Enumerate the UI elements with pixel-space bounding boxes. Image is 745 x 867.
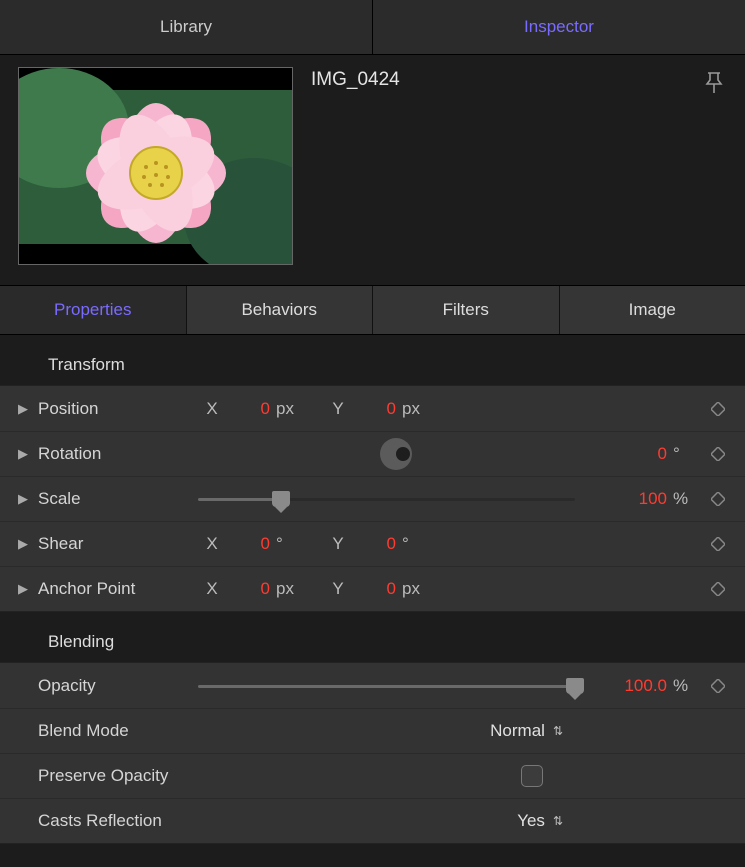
rotation-value[interactable]: 0 (658, 444, 673, 464)
axis-y: Y (324, 399, 352, 419)
label-scale: Scale (38, 489, 198, 509)
axis-x: X (198, 534, 226, 554)
label-position: Position (38, 399, 198, 419)
section-title-blending: Blending (0, 632, 745, 662)
label-opacity: Opacity (38, 676, 198, 696)
scale-value[interactable]: 100 (639, 489, 673, 509)
pin-icon[interactable] (705, 71, 723, 100)
label-preserve-opacity: Preserve Opacity (38, 766, 198, 786)
label-casts-reflection: Casts Reflection (38, 811, 198, 831)
row-anchor-point: ▶ Anchor Point X 0 px Y 0 px (0, 566, 745, 611)
unit: % (673, 489, 703, 509)
label-rotation: Rotation (38, 444, 198, 464)
keyframe-icon[interactable] (703, 679, 733, 693)
disclosure-icon[interactable]: ▶ (18, 491, 38, 507)
shear-y-value[interactable]: 0 (387, 534, 402, 554)
keyframe-icon[interactable] (703, 492, 733, 506)
scale-slider[interactable] (198, 489, 575, 509)
axis-x: X (198, 579, 226, 599)
unit: ° (673, 444, 703, 464)
disclosure-icon[interactable]: ▶ (18, 536, 38, 552)
position-y-value[interactable]: 0 (387, 399, 402, 419)
subtab-properties[interactable]: Properties (0, 286, 186, 334)
section-title-transform: Transform (0, 355, 745, 385)
row-opacity: ▶ Opacity 100.0 % (0, 663, 745, 708)
preserve-opacity-checkbox[interactable] (521, 765, 543, 787)
updown-caret-icon: ⇅ (553, 726, 563, 736)
row-blend-mode: ▶ Blend Mode Normal ⇅ - (0, 708, 745, 753)
shear-x-value[interactable]: 0 (261, 534, 276, 554)
casts-reflection-popup[interactable]: Yes ⇅ (517, 811, 563, 831)
row-position: ▶ Position X 0 px Y 0 px (0, 386, 745, 431)
unit: ° (276, 534, 306, 554)
anchor-y-value[interactable]: 0 (387, 579, 402, 599)
row-casts-reflection: ▶ Casts Reflection Yes ⇅ - (0, 798, 745, 843)
unit: px (276, 399, 306, 419)
axis-x: X (198, 399, 226, 419)
unit: ° (402, 534, 432, 554)
blend-mode-value: Normal (490, 721, 545, 741)
row-scale: ▶ Scale 100 % (0, 476, 745, 521)
subtab-filters[interactable]: Filters (372, 286, 559, 334)
unit: px (402, 399, 432, 419)
unit: px (276, 579, 306, 599)
disclosure-icon[interactable]: ▶ (18, 446, 38, 462)
casts-reflection-value: Yes (517, 811, 545, 831)
blend-mode-popup[interactable]: Normal ⇅ (490, 721, 563, 741)
disclosure-icon[interactable]: ▶ (18, 581, 38, 597)
tab-library[interactable]: Library (0, 0, 372, 54)
subtab-image[interactable]: Image (559, 286, 745, 334)
unit: % (673, 676, 703, 696)
row-shear: ▶ Shear X 0 ° Y 0 ° (0, 521, 745, 566)
label-anchor-point: Anchor Point (38, 579, 198, 599)
row-rotation: ▶ Rotation 0 ° (0, 431, 745, 476)
label-shear: Shear (38, 534, 198, 554)
asset-thumbnail[interactable] (18, 67, 293, 265)
opacity-slider[interactable] (198, 676, 575, 696)
keyframe-icon[interactable] (703, 582, 733, 596)
axis-y: Y (324, 579, 352, 599)
asset-name: IMG_0424 (311, 67, 400, 91)
keyframe-icon[interactable] (703, 537, 733, 551)
updown-caret-icon: ⇅ (553, 816, 563, 826)
disclosure-icon[interactable]: ▶ (18, 401, 38, 417)
anchor-x-value[interactable]: 0 (261, 579, 276, 599)
position-x-value[interactable]: 0 (261, 399, 276, 419)
tab-inspector[interactable]: Inspector (372, 0, 745, 54)
subtab-behaviors[interactable]: Behaviors (186, 286, 373, 334)
unit: px (402, 579, 432, 599)
rotation-dial[interactable] (380, 438, 412, 470)
row-preserve-opacity: ▶ Preserve Opacity - (0, 753, 745, 798)
keyframe-icon[interactable] (703, 402, 733, 416)
keyframe-icon[interactable] (703, 447, 733, 461)
axis-y: Y (324, 534, 352, 554)
label-blend-mode: Blend Mode (38, 721, 198, 741)
opacity-value[interactable]: 100.0 (624, 676, 673, 696)
